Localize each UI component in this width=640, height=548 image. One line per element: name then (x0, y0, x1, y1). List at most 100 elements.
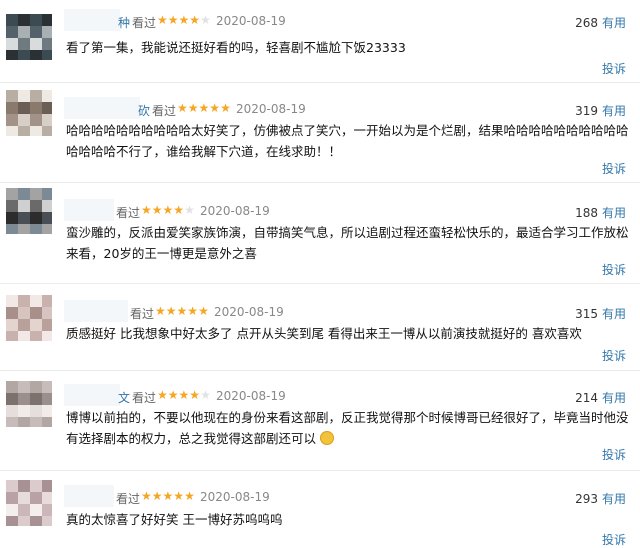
vote-count: 315 (575, 307, 598, 321)
username-blurred[interactable] (64, 97, 140, 119)
comment-text: 看了第一集，我能说还挺好看的吗，轻喜剧不尴尬下饭23333 (66, 40, 406, 55)
avatar-pixel (42, 405, 52, 417)
useful-button[interactable]: 有用 (602, 492, 626, 506)
avatar-pixel (6, 102, 18, 114)
comment-text: 博博以前拍的，不要以他现在的身份来看这部剧，反正我觉得那个时候博哥已经很好了，毕… (66, 407, 636, 449)
star-icon: ★ (176, 304, 188, 318)
avatar[interactable] (6, 90, 52, 136)
star-icon: ★ (187, 304, 199, 318)
avatar-pixel (30, 14, 42, 26)
username[interactable]: 种 (118, 14, 130, 31)
comment-date: 2020-08-19 (214, 305, 284, 319)
username-blurred[interactable] (64, 485, 114, 507)
vote-count: 319 (575, 104, 598, 118)
avatar-pixel (6, 381, 18, 393)
report-link[interactable]: 投诉 (602, 160, 626, 177)
report-link[interactable]: 投诉 (602, 60, 626, 77)
avatar-pixel (30, 295, 42, 307)
smile-emoji-icon (320, 431, 334, 445)
comment-date: 2020-08-19 (200, 204, 270, 218)
avatar-pixel (30, 102, 42, 114)
avatar-pixel (6, 480, 18, 492)
rating-stars: ★★★★★ (157, 13, 211, 27)
username-blurred[interactable] (64, 384, 120, 406)
avatar-pixel (18, 114, 30, 126)
avatar[interactable] (6, 14, 52, 60)
comment-text-body: 博博以前拍的，不要以他现在的身份来看这部剧，反正我觉得那个时候博哥已经很好了，毕… (66, 410, 629, 446)
avatar-pixel (42, 188, 52, 200)
avatar-pixel (6, 126, 18, 136)
avatar-pixel (6, 307, 18, 319)
rating-stars: ★★★★★ (141, 489, 195, 503)
comment-text: 质感挺好 比我想象中好太多了 点开从头笑到尾 看得出来王一博从以前演技就挺好的 … (66, 326, 582, 341)
avatar-pixel (42, 200, 52, 212)
avatar-pixel (6, 200, 18, 212)
avatar-pixel (18, 90, 30, 102)
watched-label: 看过 (132, 391, 157, 405)
avatar-pixel (6, 26, 18, 38)
star-icon: ★ (184, 203, 195, 217)
avatar-pixel (6, 188, 18, 200)
avatar-pixel (42, 393, 52, 405)
useful-vote[interactable]: 214 有用 (575, 389, 626, 406)
useful-vote[interactable]: 319 有用 (575, 102, 626, 119)
report-link[interactable]: 投诉 (602, 531, 626, 548)
report-link[interactable]: 投诉 (602, 347, 626, 364)
star-icon: ★ (178, 388, 190, 402)
avatar-pixel (18, 38, 30, 50)
star-icon: ★ (165, 304, 177, 318)
rating-stars: ★★★★★ (177, 101, 231, 115)
avatar-pixel (30, 393, 42, 405)
avatar-pixel (42, 102, 52, 114)
star-icon: ★ (173, 203, 185, 217)
avatar-pixel (30, 504, 42, 516)
username[interactable]: 砍 (138, 102, 150, 119)
useful-button[interactable]: 有用 (602, 16, 626, 30)
star-icon: ★ (162, 489, 174, 503)
useful-button[interactable]: 有用 (602, 391, 626, 405)
star-icon: ★ (198, 304, 209, 318)
avatar-pixel (6, 295, 18, 307)
useful-button[interactable]: 有用 (602, 104, 626, 118)
useful-vote[interactable]: 293 有用 (575, 490, 626, 507)
watched-label: 看过 (132, 16, 157, 30)
avatar[interactable] (6, 480, 52, 526)
report-link[interactable]: 投诉 (602, 446, 626, 463)
avatar-pixel (18, 492, 30, 504)
avatar-pixel (30, 331, 42, 341)
useful-vote[interactable]: 188 有用 (575, 204, 626, 221)
avatar-pixel (18, 295, 30, 307)
avatar-pixel (6, 331, 18, 341)
avatar-pixel (42, 381, 52, 393)
useful-vote[interactable]: 268 有用 (575, 14, 626, 31)
avatar[interactable] (6, 381, 52, 427)
star-icon: ★ (178, 13, 190, 27)
star-icon: ★ (187, 101, 199, 115)
avatar-pixel (6, 224, 18, 234)
useful-button[interactable]: 有用 (602, 206, 626, 220)
username-blurred[interactable] (64, 9, 120, 31)
avatar-pixel (6, 90, 18, 102)
avatar-pixel (6, 405, 18, 417)
avatar[interactable] (6, 295, 52, 341)
avatar-pixel (6, 319, 18, 331)
username[interactable]: 文 (118, 389, 130, 406)
divider (0, 283, 640, 284)
avatar-pixel (42, 38, 52, 50)
avatar[interactable] (6, 188, 52, 234)
star-icon: ★ (209, 101, 221, 115)
avatar-pixel (42, 492, 52, 504)
avatar-pixel (42, 295, 52, 307)
avatar-pixel (18, 417, 30, 427)
avatar-pixel (18, 405, 30, 417)
username-blurred[interactable] (64, 199, 114, 221)
avatar-pixel (6, 504, 18, 516)
useful-button[interactable]: 有用 (602, 307, 626, 321)
avatar-pixel (18, 26, 30, 38)
report-link[interactable]: 投诉 (602, 261, 626, 278)
useful-vote[interactable]: 315 有用 (575, 305, 626, 322)
avatar-pixel (6, 516, 18, 526)
username-blurred[interactable] (64, 300, 128, 322)
star-icon: ★ (173, 489, 185, 503)
star-icon: ★ (141, 489, 152, 503)
